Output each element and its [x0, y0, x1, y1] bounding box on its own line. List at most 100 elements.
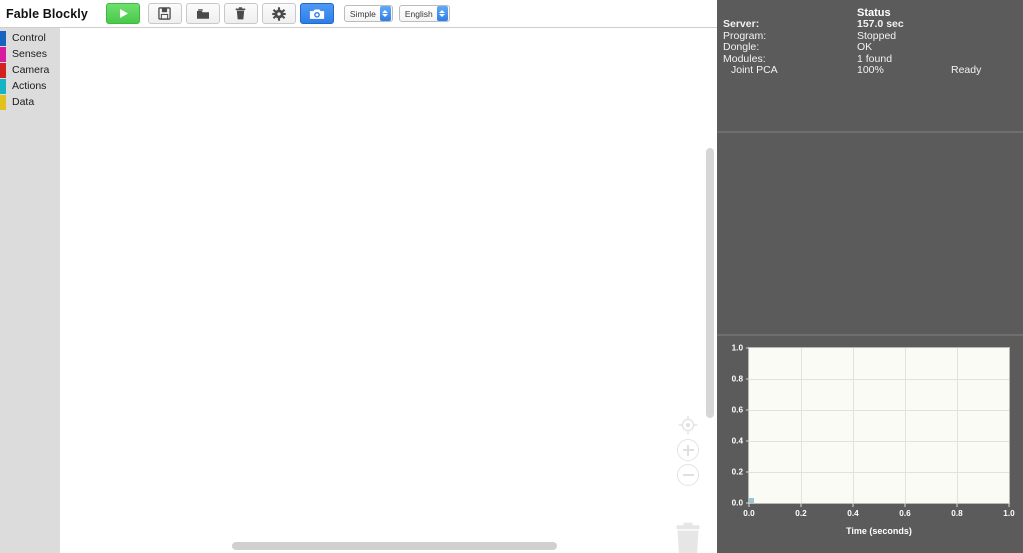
delete-program-button[interactable]	[223, 3, 258, 24]
plot-y-tick-mark	[745, 440, 749, 442]
status-badge: Ready	[951, 64, 982, 77]
plus-icon	[682, 444, 694, 456]
toolbox-item-label: Camera	[12, 64, 50, 76]
open-program-button[interactable]	[185, 3, 220, 24]
target-icon	[678, 415, 698, 435]
plot-origin-marker	[749, 498, 754, 503]
trash-icon	[236, 7, 246, 20]
status-row-label: Program:	[723, 29, 767, 42]
chevron-updown-icon	[379, 6, 391, 21]
plot-gridline-vertical	[957, 348, 958, 503]
status-row-value: OK	[857, 41, 873, 54]
plot-x-tick-label: 0.2	[795, 509, 807, 518]
trash-can-icon	[676, 522, 700, 553]
mode-select[interactable]: Simple	[343, 5, 393, 22]
toolbox-item-label: Senses	[12, 48, 48, 60]
top-toolbar: Fable Blockly Simple English	[0, 0, 717, 28]
status-row-value: Stopped	[857, 29, 897, 42]
play-icon	[119, 9, 128, 18]
plot-y-tick-label: 0.2	[731, 467, 743, 477]
camera-button[interactable]	[299, 3, 334, 24]
category-color-swatch	[0, 62, 6, 78]
plot-x-tick-mark	[904, 503, 906, 507]
gear-icon	[272, 6, 286, 21]
status-row-label: Server:	[723, 18, 760, 30]
workspace-controls	[675, 414, 701, 489]
workspace-horizontal-scrollbar[interactable]	[232, 542, 557, 550]
category-color-swatch	[0, 30, 6, 46]
status-row: Dongle: OK	[723, 41, 1023, 53]
settings-button[interactable]	[261, 3, 296, 24]
toolbox-item-data[interactable]: Data	[0, 94, 60, 110]
status-row-label: Modules:	[723, 52, 766, 65]
plot-gridline-horizontal	[749, 441, 1009, 442]
plot-gridline-horizontal	[749, 379, 1009, 380]
status-row-value: 1 found	[857, 52, 893, 65]
status-row: Modules: 1 found	[723, 53, 1023, 65]
minus-icon	[682, 470, 694, 481]
status-row-value: 157.0 sec	[857, 18, 904, 30]
plot-x-tick-mark	[1008, 503, 1010, 507]
folder-icon	[196, 8, 209, 19]
save-program-button[interactable]	[147, 3, 182, 24]
camera-view-panel[interactable]	[717, 135, 1023, 336]
zoom-in-button[interactable]	[677, 439, 699, 461]
toolbox-item-actions[interactable]: Actions	[0, 78, 60, 94]
plot-x-tick-mark	[800, 503, 802, 507]
workspace-vertical-scrollbar[interactable]	[706, 148, 714, 418]
plot-y-tick-label: 0.6	[731, 405, 743, 415]
plot-gridline-horizontal	[749, 472, 1009, 473]
center-workspace-button[interactable]	[677, 414, 699, 436]
plot-canvas: 0.0 0.2 0.4 0.6 0.8 1.0 0.0 0.2 0.4 0.6 0.8 1.0	[732, 344, 1015, 519]
status-row-label: Joint PCA	[731, 64, 778, 77]
plot-y-tick-label: 1.0	[731, 343, 743, 353]
status-row-list: Server: 157.0 sec Program: Stopped Dongle: OK…	[723, 18, 1023, 76]
category-color-swatch	[0, 46, 6, 62]
chevron-updown-icon	[436, 6, 448, 21]
toolbox-item-control[interactable]: Control	[0, 30, 60, 46]
toolbox-item-label: Actions	[12, 80, 47, 92]
camera-icon	[309, 8, 325, 19]
plot-y-tick-label: 0.8	[731, 374, 743, 384]
plot-x-tick-label: 1.0	[1003, 509, 1015, 518]
plot-x-tick-mark	[852, 503, 854, 507]
run-program-button[interactable]	[105, 3, 140, 24]
plot-gridline-vertical	[905, 348, 906, 503]
plot-gridline-vertical	[853, 348, 854, 503]
plot-gridline-horizontal	[749, 410, 1009, 411]
status-row: Joint PCA 100% Ready	[723, 64, 1023, 76]
status-row-label: Dongle:	[723, 41, 760, 54]
plot-x-tick-label: 0.0	[743, 509, 755, 518]
plot-x-tick-label: 0.8	[951, 509, 963, 518]
status-row: Program: Stopped	[723, 30, 1023, 42]
language-select[interactable]: English	[398, 5, 450, 22]
language-select-value: English	[404, 8, 433, 19]
category-color-swatch	[0, 78, 6, 94]
plot-x-tick-label: 0.4	[847, 509, 859, 518]
plot-x-tick-label: 0.6	[899, 509, 911, 518]
category-color-swatch	[0, 94, 6, 110]
data-plot-panel: 0.0 0.2 0.4 0.6 0.8 1.0 0.0 0.2 0.4 0.6 0.8 1.0 Tim…	[717, 338, 1023, 553]
mode-select-value: Simple	[349, 8, 376, 19]
toolbox-category-list: Control Senses Camera Actions Data	[0, 28, 60, 110]
zoom-out-button[interactable]	[677, 464, 699, 486]
plot-y-tick-label: 0.0	[731, 498, 743, 508]
plot-y-tick-mark	[745, 471, 749, 473]
plot-y-tick-mark	[745, 378, 749, 380]
plot-x-tick-mark	[748, 503, 750, 507]
plot-x-axis-label: Time (seconds)	[846, 526, 912, 536]
blockly-workspace[interactable]	[60, 28, 717, 553]
page-title: Fable Blockly	[6, 6, 88, 21]
toolbox-item-senses[interactable]: Senses	[0, 46, 60, 62]
workspace-trash-can[interactable]	[673, 522, 703, 553]
toolbox-item-camera[interactable]: Camera	[0, 62, 60, 78]
plot-x-tick-mark	[956, 503, 958, 507]
right-panel: Status Server: 157.0 sec Program: Stopped Do…	[717, 0, 1023, 553]
toolbox-item-label: Data	[12, 96, 35, 108]
status-panel: Status Server: 157.0 sec Program: Stopped Do…	[717, 0, 1023, 133]
plot-y-tick-mark	[745, 409, 749, 411]
status-row-value: 100%	[857, 64, 884, 77]
plot-y-tick-mark	[745, 347, 749, 349]
floppy-disk-icon	[158, 7, 172, 20]
plot-y-tick-label: 0.4	[731, 436, 743, 446]
